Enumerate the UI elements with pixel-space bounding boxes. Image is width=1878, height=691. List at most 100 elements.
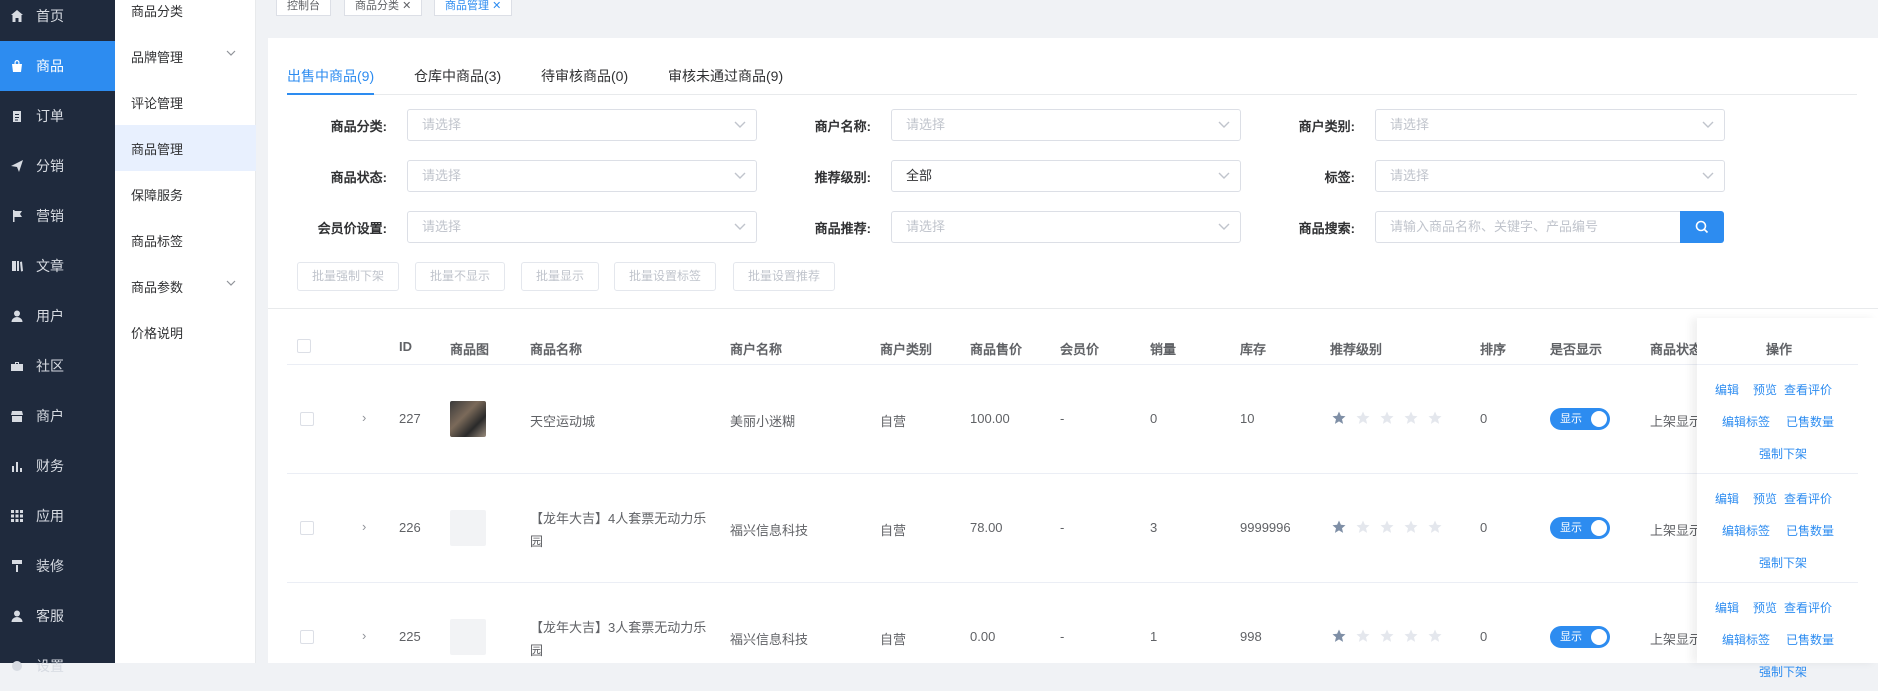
display-toggle[interactable]: 显示	[1550, 517, 1610, 539]
sidebar-item-3[interactable]: 分销	[0, 141, 115, 191]
page-tab-dashboard[interactable]: 控制台	[276, 0, 331, 16]
batch-set-recommend-button[interactable]: 批量设置推荐	[733, 262, 836, 291]
page-tabs-bar: 控制台 商品分类 ✕ 商品管理 ✕	[256, 0, 1878, 26]
sold-count-link[interactable]: 已售数量	[1786, 413, 1834, 430]
edit-tags-link[interactable]: 编辑标签	[1722, 522, 1770, 539]
briefcase-icon	[10, 359, 24, 373]
submenu-item-4[interactable]: 保障服务	[115, 171, 256, 217]
sidebar-item-12[interactable]: 客服	[0, 591, 115, 641]
submenu-item-3[interactable]: 商品管理	[115, 125, 256, 171]
select-placeholder: 请选择	[1390, 168, 1430, 183]
sidebar-item-10[interactable]: 应用	[0, 491, 115, 541]
rating-star-icon[interactable]	[1332, 411, 1346, 425]
rating-star-icon[interactable]	[1332, 520, 1346, 534]
rating-star-icon[interactable]	[1356, 411, 1370, 425]
sidebar-item-4[interactable]: 营销	[0, 191, 115, 241]
category-select[interactable]: 请选择	[407, 109, 757, 141]
edit-link[interactable]: 编辑	[1715, 490, 1739, 507]
sidebar-item-7[interactable]: 社区	[0, 341, 115, 391]
merchant-name-select[interactable]: 请选择	[891, 109, 1241, 141]
sidebar-item-5[interactable]: 文章	[0, 241, 115, 291]
select-all-checkbox[interactable]	[297, 339, 311, 353]
rating-star-icon[interactable]	[1428, 411, 1442, 425]
expand-chevron-icon[interactable]: ›	[362, 519, 366, 534]
recommend-level-select[interactable]: 全部	[891, 160, 1241, 192]
force-off-link[interactable]: 强制下架	[1759, 663, 1807, 680]
close-icon[interactable]: ✕	[402, 0, 411, 12]
product-thumbnail[interactable]	[450, 619, 486, 655]
edit-tags-link[interactable]: 编辑标签	[1722, 413, 1770, 430]
cell-sort: 0	[1480, 411, 1488, 426]
rating-star-icon[interactable]	[1356, 520, 1370, 534]
edit-link[interactable]: 编辑	[1715, 599, 1739, 616]
product-thumbnail[interactable]	[450, 510, 486, 546]
page-tab-category[interactable]: 商品分类 ✕	[344, 0, 423, 16]
sidebar-item-1[interactable]: 商品	[0, 41, 115, 91]
sidebar-item-11[interactable]: 装修	[0, 541, 115, 591]
submenu-item-7[interactable]: 价格说明	[115, 309, 256, 355]
view-reviews-link[interactable]: 查看评价	[1784, 599, 1832, 616]
expand-chevron-icon[interactable]: ›	[362, 410, 366, 425]
submenu-item-0[interactable]: 商品分类	[115, 0, 256, 33]
status-select[interactable]: 请选择	[407, 160, 757, 192]
row-checkbox[interactable]	[300, 521, 314, 535]
sold-count-link[interactable]: 已售数量	[1786, 631, 1834, 648]
view-reviews-link[interactable]: 查看评价	[1784, 381, 1832, 398]
tab-on-sale[interactable]: 出售中商品(9)	[287, 66, 374, 86]
batch-hide-button[interactable]: 批量不显示	[415, 262, 506, 291]
search-button[interactable]	[1680, 211, 1724, 243]
rating-star-icon[interactable]	[1428, 520, 1442, 534]
rating-star-icon[interactable]	[1380, 520, 1394, 534]
rating-star-icon[interactable]	[1428, 629, 1442, 643]
rating-star-icon[interactable]	[1380, 411, 1394, 425]
close-icon[interactable]: ✕	[492, 0, 501, 12]
force-off-link[interactable]: 强制下架	[1759, 445, 1807, 462]
display-toggle[interactable]: 显示	[1550, 408, 1610, 430]
tab-pending-review[interactable]: 待审核商品(0)	[541, 66, 628, 86]
rating-star-icon[interactable]	[1404, 629, 1418, 643]
preview-link[interactable]: 预览	[1753, 381, 1777, 398]
tab-warehouse[interactable]: 仓库中商品(3)	[414, 66, 501, 86]
cell-name[interactable]: 【龙年大吉】3人套票无动力乐	[530, 617, 706, 636]
sidebar-item-13[interactable]: 设置	[0, 641, 115, 691]
tab-review-rejected[interactable]: 审核未通过商品(9)	[668, 66, 783, 86]
member-price-select[interactable]: 请选择	[407, 211, 757, 243]
sidebar-item-9[interactable]: 财务	[0, 441, 115, 491]
rating-star-icon[interactable]	[1404, 411, 1418, 425]
sidebar-item-0[interactable]: 首页	[0, 0, 115, 41]
product-thumbnail[interactable]	[450, 401, 486, 437]
sidebar-item-8[interactable]: 商户	[0, 391, 115, 441]
sold-count-link[interactable]: 已售数量	[1786, 522, 1834, 539]
view-reviews-link[interactable]: 查看评价	[1784, 490, 1832, 507]
sidebar-item-6[interactable]: 用户	[0, 291, 115, 341]
rating-star-icon[interactable]	[1332, 629, 1346, 643]
cell-name[interactable]: 天空运动城	[530, 411, 595, 430]
display-toggle[interactable]: 显示	[1550, 626, 1610, 648]
preview-link[interactable]: 预览	[1753, 599, 1777, 616]
rating-star-icon[interactable]	[1356, 629, 1370, 643]
sidebar-item-2[interactable]: 订单	[0, 91, 115, 141]
header-merchant: 商户名称	[730, 342, 783, 357]
preview-link[interactable]: 预览	[1753, 490, 1777, 507]
cell-name[interactable]: 【龙年大吉】4人套票无动力乐	[530, 508, 706, 527]
force-off-link[interactable]: 强制下架	[1759, 554, 1807, 571]
rating-star-icon[interactable]	[1380, 629, 1394, 643]
search-input[interactable]: 请输入商品名称、关键字、产品编号	[1375, 211, 1681, 243]
edit-link[interactable]: 编辑	[1715, 381, 1739, 398]
recommend-select[interactable]: 请选择	[891, 211, 1241, 243]
rating-star-icon[interactable]	[1404, 520, 1418, 534]
row-checkbox[interactable]	[300, 412, 314, 426]
merchant-type-select[interactable]: 请选择	[1375, 109, 1725, 141]
batch-show-button[interactable]: 批量显示	[521, 262, 600, 291]
submenu-item-1[interactable]: 品牌管理	[115, 33, 256, 79]
edit-tags-link[interactable]: 编辑标签	[1722, 631, 1770, 648]
page-tab-product-manage[interactable]: 商品管理 ✕	[434, 0, 513, 16]
row-checkbox[interactable]	[300, 630, 314, 644]
expand-chevron-icon[interactable]: ›	[362, 628, 366, 643]
batch-force-off-button[interactable]: 批量强制下架	[297, 262, 400, 291]
submenu-item-6[interactable]: 商品参数	[115, 263, 256, 309]
submenu-item-5[interactable]: 商品标签	[115, 217, 256, 263]
tag-select[interactable]: 请选择	[1375, 160, 1725, 192]
batch-set-tags-button[interactable]: 批量设置标签	[614, 262, 717, 291]
submenu-item-2[interactable]: 评论管理	[115, 79, 256, 125]
